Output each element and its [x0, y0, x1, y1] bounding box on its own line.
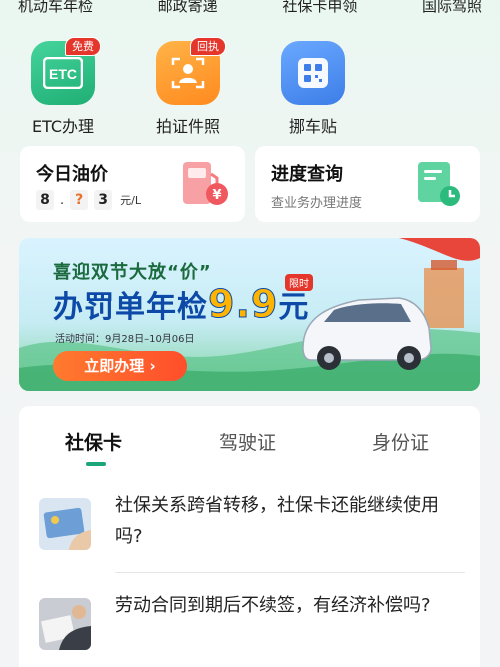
banner-price: 9.9: [207, 282, 279, 327]
article-thumbnail: [39, 598, 91, 650]
price-unit: 元/L: [120, 194, 141, 207]
list-item[interactable]: 劳动合同到期后不续签，有经济补偿吗?: [19, 590, 480, 660]
progress-subtitle: 查业务办理进度: [271, 196, 363, 211]
banner-headline: 喜迎双节大放“价”: [53, 262, 212, 283]
fuel-pump-icon: ¥: [183, 162, 228, 205]
receipt-badge: 回执: [190, 37, 226, 56]
shortcut-vehicle-inspection[interactable]: 机动车年检: [18, 0, 93, 20]
shortcut-social-card-apply[interactable]: 社保卡申领: [282, 0, 357, 20]
fuel-price-value: 8 . ? 3 元/L: [36, 190, 141, 210]
svg-text:¥: ¥: [212, 188, 221, 203]
quick-item-move-car[interactable]: 挪车贴: [258, 36, 368, 137]
active-tab-indicator: [86, 462, 106, 466]
service-shortcut-row: 机动车年检 邮政寄递 社保卡申领 国际驾照: [0, 0, 500, 20]
etc-icon: ETC 免费: [31, 37, 101, 105]
quick-item-label: ETC办理: [31, 117, 95, 136]
limited-time-tag: 限时: [285, 274, 313, 291]
qr-code-icon: [281, 41, 345, 105]
fuel-price-title: 今日油价: [36, 164, 108, 185]
topic-panel: 社保卡 驾驶证 身份证 社保关系跨省转移，社保卡还能继续使用吗? 劳动合同到期后…: [19, 406, 480, 667]
price-digit: 8: [36, 190, 54, 210]
banner-offer: 办罚单年检9.9元: [53, 282, 310, 327]
tab-driving-license[interactable]: 驾驶证: [219, 428, 276, 455]
tab-social-security-card[interactable]: 社保卡: [65, 428, 122, 455]
fuel-price-card[interactable]: 今日油价 8 . ? 3 元/L ¥: [20, 146, 245, 222]
price-separator: .: [60, 192, 65, 208]
list-item[interactable]: 社保关系跨省转移，社保卡还能继续使用吗?: [19, 490, 480, 560]
price-digit: 3: [94, 190, 113, 210]
quick-item-etc[interactable]: ETC 免费 ETC办理: [8, 36, 118, 137]
banner-activity-date: 活动时间：9月28日–10月06日: [55, 334, 195, 345]
shortcut-postal-delivery[interactable]: 邮政寄递: [158, 0, 218, 20]
article-thumbnail: [39, 498, 91, 550]
car-illustration: [302, 297, 432, 370]
banner-offer-text: 办罚单年检: [53, 290, 208, 325]
promo-banner[interactable]: 喜迎双节大放“价” 办罚单年检9.9元 限时 活动时间：9月28日–10月06日…: [19, 238, 480, 391]
progress-title: 进度查询: [271, 164, 343, 185]
banner-price-unit: 元: [278, 290, 310, 325]
progress-document-icon: [418, 162, 460, 206]
apply-now-button[interactable]: 立即办理 ›: [53, 351, 187, 381]
list-divider: [115, 572, 465, 573]
shortcut-international-license[interactable]: 国际驾照: [422, 0, 482, 20]
quick-item-label: 拍证件照: [155, 117, 220, 136]
tab-id-card[interactable]: 身份证: [372, 428, 429, 455]
svg-text:ETC: ETC: [49, 66, 77, 82]
progress-query-card[interactable]: 进度查询 查业务办理进度: [255, 146, 480, 222]
quick-item-label: 挪车贴: [288, 117, 337, 136]
quick-item-id-photo[interactable]: 回执 拍证件照: [133, 36, 243, 137]
price-digit-hidden: ?: [70, 190, 89, 210]
quick-services: ETC 免费 ETC办理 回执 拍证件照 挪车贴: [0, 36, 500, 136]
id-photo-icon: 回执: [156, 37, 226, 105]
free-badge: 免费: [65, 37, 101, 56]
article-title: 社保关系跨省转移，社保卡还能继续使用吗?: [115, 495, 439, 547]
article-title: 劳动合同到期后不续签，有经济补偿吗?: [115, 595, 431, 616]
